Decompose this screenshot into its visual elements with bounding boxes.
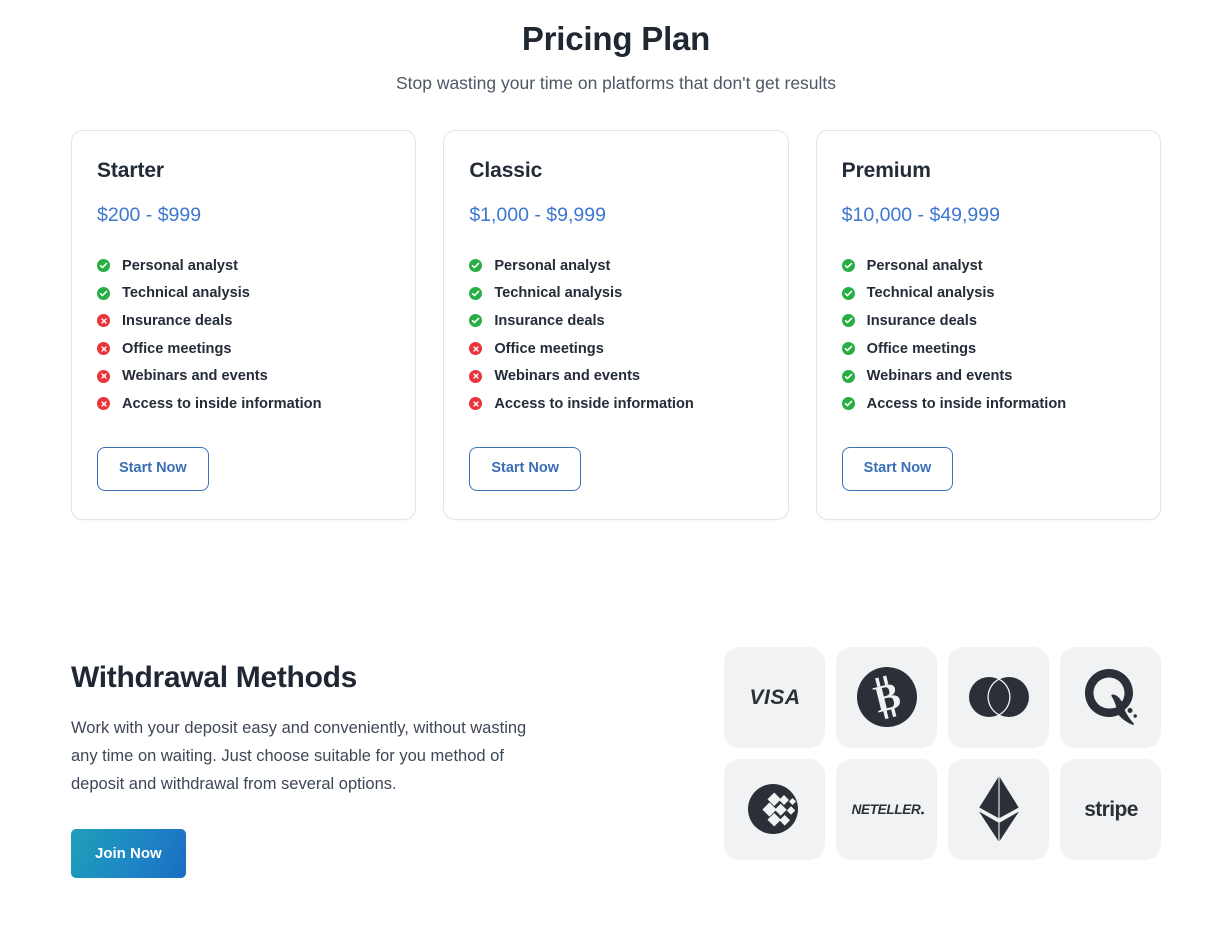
ethereum-logo-icon [977,775,1021,843]
start-now-button[interactable]: Start Now [841,446,954,491]
feature-label: Office meetings [866,340,977,357]
plan-name: Premium [841,159,931,182]
check-circle-icon [469,259,483,273]
payment-method-tile-stripe[interactable]: stripe [1060,758,1161,860]
plan-price: $1,000 - $9,999 [469,204,606,226]
withdrawal-text-column: Withdrawal Methods Work with your deposi… [71,647,611,879]
feature-item: Access to inside information [469,390,762,418]
mastercard-logo-icon [966,676,1032,718]
x-circle-icon [97,369,110,383]
check-circle-icon [841,369,855,383]
check-circle-icon [841,314,855,328]
start-now-button[interactable]: Start Now [469,446,581,491]
plan-price: $200 - $999 [97,204,202,226]
payment-method-tile-mastercard[interactable] [948,646,1049,748]
feature-item: Webinars and events [841,362,1135,390]
feature-item: Insurance deals [841,307,1135,335]
feature-label: Technical analysis [866,285,995,302]
feature-label: Office meetings [494,340,604,357]
feature-item: Technical analysis [841,280,1135,308]
stripe-logo-icon: stripe [1074,795,1148,823]
plan-price: $10,000 - $49,999 [841,204,1000,226]
check-circle-icon [841,259,855,273]
plan-feature-list: Personal analyst Technical analysis Insura… [469,252,762,418]
payment-method-tile-webmoney[interactable] [724,758,825,860]
feature-label: Webinars and events [866,368,1013,385]
x-circle-icon [469,397,483,411]
feature-label: Access to inside information [122,395,322,412]
start-now-button[interactable]: Start Now [97,446,209,491]
x-circle-icon [97,342,110,356]
plan-name: Classic [469,159,543,182]
svg-text:NETELLER: NETELLER [851,802,920,817]
feature-item: Office meetings [841,335,1135,363]
withdrawal-title: Withdrawal Methods [71,660,358,694]
x-circle-icon [97,397,110,411]
check-circle-icon [841,397,855,411]
svg-text:stripe: stripe [1084,798,1138,821]
check-circle-icon [841,342,855,356]
visa-logo-icon: VISA [739,684,811,710]
qiwi-logo-icon [1081,667,1141,727]
x-circle-icon [469,369,483,383]
feature-item: Technical analysis [469,280,762,308]
pricing-cards-row: Starter $200 - $999 Personal analyst Techni… [0,130,1232,520]
page-subtitle: Stop wasting your time on platforms that… [395,73,837,93]
payment-methods-grid: VISA B NETELLER stripe [724,646,1161,860]
plan-name: Starter [97,159,164,182]
x-circle-icon [469,342,483,356]
svg-text:VISA: VISA [749,686,800,709]
plan-feature-list: Personal analyst Technical analysis Insura… [97,252,390,418]
pricing-card: Classic $1,000 - $9,999 Personal analyst Te… [443,130,789,520]
feature-label: Personal analyst [122,257,238,274]
join-now-button[interactable]: Join Now [71,829,186,879]
payment-method-tile-bitcoin[interactable]: B [836,646,937,748]
payment-method-tile-visa[interactable]: VISA [724,646,825,748]
plan-feature-list: Personal analyst Technical analysis Insura… [841,252,1135,418]
feature-label: Technical analysis [122,285,250,302]
payment-method-tile-neteller[interactable]: NETELLER [836,758,937,860]
feature-item: Personal analyst [97,252,390,280]
pricing-page: Pricing Plan Stop wasting your time on p… [0,0,1232,932]
feature-item: Technical analysis [97,280,390,308]
check-circle-icon [97,259,110,273]
feature-label: Insurance deals [494,312,605,329]
pricing-card: Premium $10,000 - $49,999 Personal analyst… [815,130,1161,520]
pricing-header: Pricing Plan Stop wasting your time on p… [0,0,1232,97]
feature-label: Insurance deals [866,312,977,329]
feature-item: Personal analyst [469,252,762,280]
feature-label: Webinars and events [494,368,641,385]
check-circle-icon [469,314,483,328]
withdrawal-methods-section: Withdrawal Methods Work with your deposi… [0,646,1232,879]
webmoney-logo-icon [744,778,806,840]
feature-item: Insurance deals [97,307,390,335]
payment-method-tile-qiwi[interactable] [1060,646,1161,748]
feature-label: Personal analyst [494,257,611,274]
feature-label: Webinars and events [122,368,268,385]
check-circle-icon [469,286,483,300]
x-circle-icon [97,314,110,328]
feature-label: Insurance deals [122,312,233,329]
bitcoin-logo-icon: B [856,666,918,728]
feature-item: Office meetings [469,335,762,363]
feature-label: Office meetings [122,340,232,357]
feature-item: Access to inside information [841,390,1135,418]
check-circle-icon [841,286,855,300]
payment-method-tile-ethereum[interactable] [948,758,1049,860]
page-title: Pricing Plan [521,20,711,57]
feature-item: Webinars and events [97,362,390,390]
feature-item: Access to inside information [97,390,390,418]
pricing-card: Starter $200 - $999 Personal analyst Techni… [71,130,417,520]
neteller-logo-icon: NETELLER [848,799,926,819]
feature-label: Access to inside information [866,395,1067,412]
feature-item: Office meetings [97,335,390,363]
check-circle-icon [97,286,110,300]
feature-item: Webinars and events [469,362,762,390]
feature-label: Access to inside information [494,395,694,412]
feature-item: Insurance deals [469,307,762,335]
feature-label: Personal analyst [866,257,983,274]
withdrawal-description: Work with your deposit easy and convenie… [71,718,527,793]
feature-item: Personal analyst [841,252,1135,280]
feature-label: Technical analysis [494,285,623,302]
